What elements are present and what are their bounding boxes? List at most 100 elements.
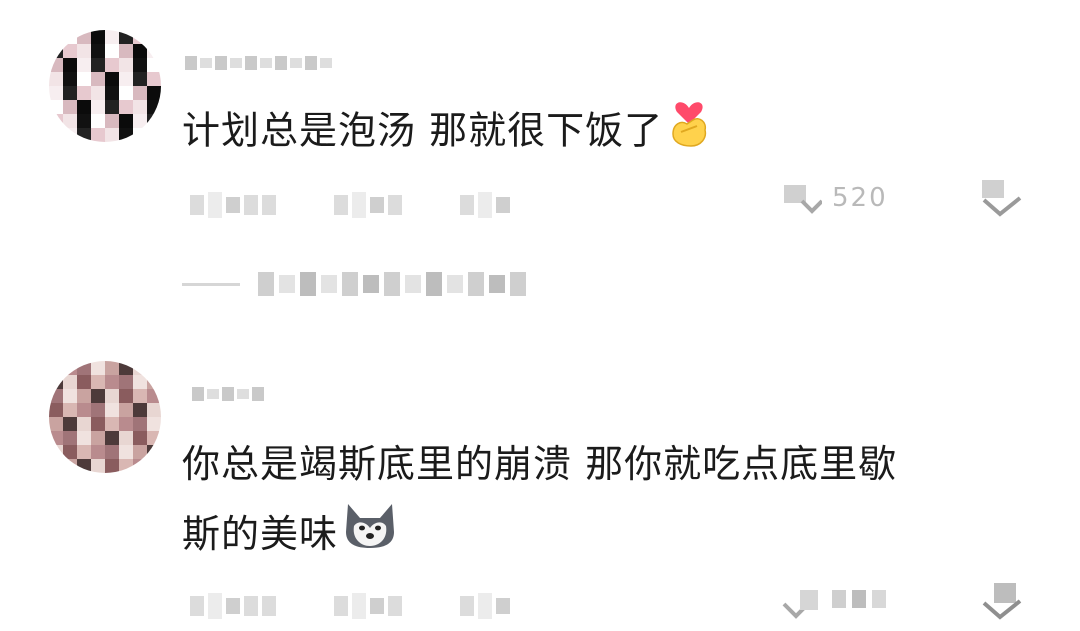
reply-button-blurred[interactable] [460,593,510,619]
avatar-pixel [77,86,91,100]
like-group[interactable]: 520 [780,180,888,216]
avatar-pixel [63,30,77,44]
avatar-pixel [91,361,105,375]
avatar-pixel [119,361,133,375]
avatar-pixel [49,403,63,417]
avatar-pixel [133,58,147,72]
avatar-pixel [147,58,161,72]
avatar-pixel [63,114,77,128]
avatar-pixel [119,114,133,128]
avatar-pixel [63,72,77,86]
avatar-pixel [63,375,77,389]
avatar-pixel [147,417,161,431]
avatar-pixel [105,72,119,86]
username-blurred[interactable] [185,52,332,74]
avatar-pixel [77,72,91,86]
avatar-pixel [91,459,105,473]
avatar-pixel [119,128,133,142]
replies-divider [182,282,240,286]
avatar-pixel [77,100,91,114]
avatar-pixel [77,403,91,417]
avatar-pixel [119,431,133,445]
avatar-pixel [147,30,161,44]
avatar-pixel [49,100,63,114]
avatar-pixel [63,100,77,114]
avatar-pixel [119,375,133,389]
avatar-pixel [119,389,133,403]
username-blurred[interactable] [192,383,264,405]
avatar-pixel [63,128,77,142]
avatar-pixel [77,58,91,72]
avatar-pixel [147,389,161,403]
avatar-pixel [133,100,147,114]
avatar-pixel [119,417,133,431]
avatar-pixel [63,58,77,72]
avatar-pixel [91,417,105,431]
avatar-pixel [133,44,147,58]
avatar-pixel [91,30,105,44]
avatar-pixel [133,431,147,445]
avatar-pixel [63,417,77,431]
like-count: 520 [832,183,888,213]
avatar-pixel [49,459,63,473]
avatar-pixel [133,417,147,431]
avatar-pixel [91,375,105,389]
avatar-pixel [77,128,91,142]
avatar-pixel [49,417,63,431]
comment-meta-blurred [190,185,568,225]
avatar-pixel [105,431,119,445]
view-replies[interactable] [182,272,526,296]
avatar-pixel [49,445,63,459]
avatar-pixel [63,361,77,375]
avatar-pixel [63,389,77,403]
avatar-pixel [91,431,105,445]
avatar-pixel [133,403,147,417]
avatar-pixel [105,417,119,431]
dislike-icon[interactable] [980,180,1024,220]
avatar-pixel [147,114,161,128]
avatar-pixel [105,361,119,375]
avatar-pixel [147,44,161,58]
avatar-pixel [119,445,133,459]
avatar-pixel [63,445,77,459]
like-count-blurred [832,584,892,621]
dislike-icon[interactable] [980,583,1024,623]
heart-hand-emoji [667,94,711,172]
avatar-pixel [49,375,63,389]
avatar[interactable] [49,30,161,142]
avatar-pixel [105,445,119,459]
avatar-pixel [147,128,161,142]
avatar-pixel [77,44,91,58]
replies-label-blurred [258,272,526,296]
avatar-pixel [105,44,119,58]
avatar-pixel [105,100,119,114]
avatar-pixel [49,389,63,403]
like-group[interactable] [780,584,892,621]
avatar-pixel [147,100,161,114]
husky-dog-emoji [342,502,398,572]
avatar-pixel [49,58,63,72]
avatar[interactable] [49,361,161,473]
avatar-pixel [77,431,91,445]
avatar-pixel [133,128,147,142]
like-icon[interactable] [780,585,824,621]
avatar-pixel [105,403,119,417]
reply-button-blurred[interactable] [460,192,510,218]
avatar-pixel [77,375,91,389]
avatar-pixel [63,431,77,445]
avatar-pixel [119,30,133,44]
comment-text-line: 你总是竭斯底里的崩溃 那你就吃点底里歇 [182,442,898,486]
avatar-pixel [119,86,133,100]
avatar-pixel [133,72,147,86]
avatar-pixel [91,72,105,86]
avatar-pixel [91,114,105,128]
avatar-pixel [133,86,147,100]
avatar-pixel [63,459,77,473]
like-icon[interactable] [780,180,824,216]
avatar-pixel [147,86,161,100]
timestamp-blurred [190,593,276,619]
avatar-pixel [105,459,119,473]
comment-text: 计划总是泡汤 那就很下饭了 [182,94,711,172]
avatar-pixel [147,445,161,459]
avatar-pixel [119,58,133,72]
